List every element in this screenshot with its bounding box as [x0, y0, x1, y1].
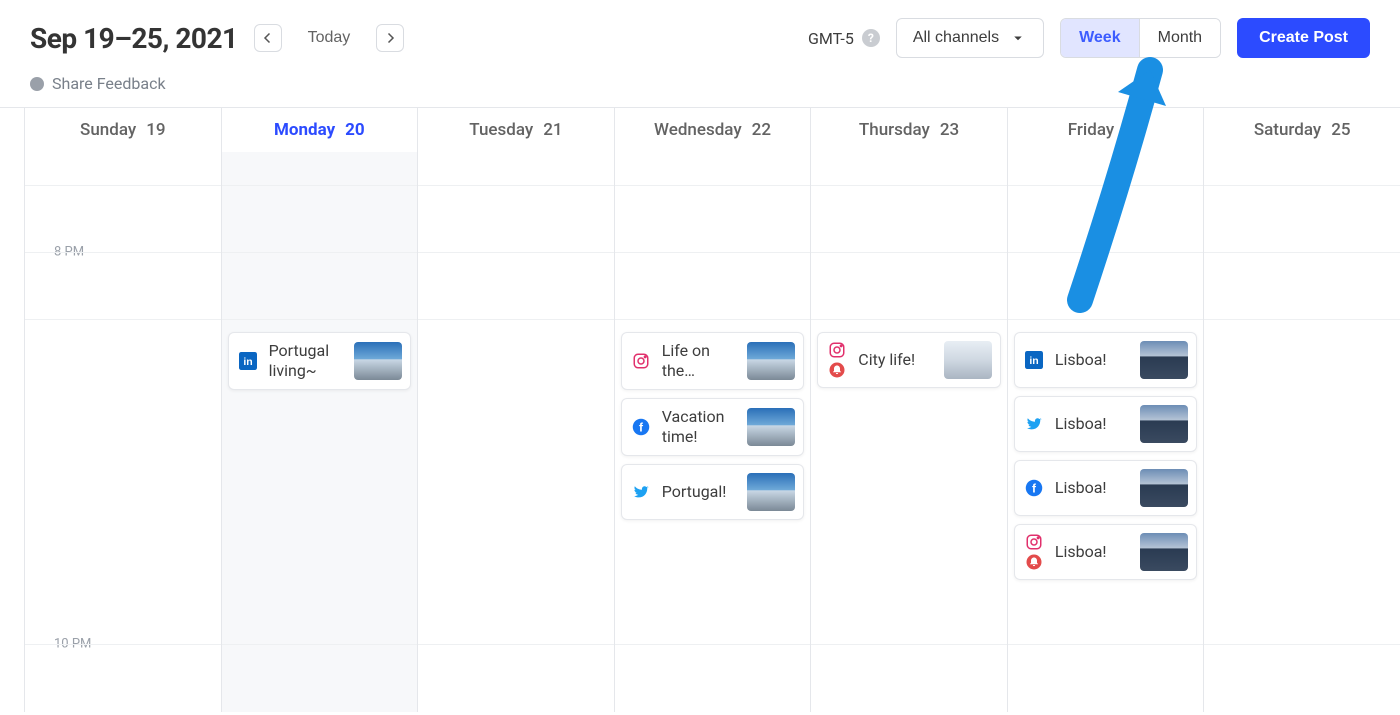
arrow-left-icon [259, 29, 277, 47]
twitter-icon [1025, 415, 1043, 433]
day-column-friday[interactable]: in Lisboa! Lisboa! [1007, 152, 1204, 712]
reminder-bell-icon [828, 361, 846, 379]
facebook-icon: f [632, 418, 650, 436]
twitter-icon [632, 483, 650, 501]
date-range: Sep 19–25, 2021 [30, 22, 238, 55]
post-text: City life! [858, 350, 934, 370]
post-card[interactable]: Lisboa! [1014, 524, 1198, 580]
post-card[interactable]: City life! [817, 332, 1001, 388]
slot: Life on the… f Vacation time! [621, 332, 805, 520]
calendar-body: 8 PM 10 PM in [24, 152, 1400, 712]
slot: City life! [817, 332, 1001, 388]
linkedin-icon: in [1025, 351, 1043, 369]
share-feedback-link[interactable]: Share Feedback [0, 66, 1400, 107]
chat-bubble-icon [30, 77, 44, 91]
today-button[interactable]: Today [298, 24, 361, 52]
post-card[interactable]: Life on the… [621, 332, 805, 390]
post-card[interactable]: Lisboa! [1014, 396, 1198, 452]
post-thumbnail [1140, 341, 1188, 379]
post-thumbnail [747, 408, 795, 446]
day-header-tuesday: Tuesday21 [417, 108, 614, 152]
share-feedback-text: Share Feedback [52, 74, 166, 93]
arrow-right-icon [381, 29, 399, 47]
next-week-button[interactable] [376, 24, 404, 52]
post-card[interactable]: f Lisboa! [1014, 460, 1198, 516]
prev-week-button[interactable] [254, 24, 282, 52]
channels-dropdown[interactable]: All channels [896, 18, 1044, 58]
channels-label: All channels [913, 29, 999, 47]
timezone-label: GMT-5 ? [808, 29, 880, 48]
post-text: Lisboa! [1055, 414, 1131, 434]
slot: in Portugal living~ [228, 332, 412, 390]
day-header-friday: Friday24 [1007, 108, 1204, 152]
day-column-monday[interactable]: in Portugal living~ [221, 152, 418, 712]
day-column-wednesday[interactable]: Life on the… f Vacation time! [614, 152, 811, 712]
help-icon[interactable]: ? [862, 29, 880, 47]
instagram-icon [632, 352, 650, 370]
post-thumbnail [747, 342, 795, 380]
topbar: Sep 19–25, 2021 Today GMT-5 ? All channe… [0, 0, 1400, 66]
post-thumbnail [1140, 405, 1188, 443]
post-text: Lisboa! [1055, 350, 1131, 370]
day-header-saturday: Saturday25 [1203, 108, 1400, 152]
post-thumbnail [944, 341, 992, 379]
facebook-icon: f [1025, 479, 1043, 497]
instagram-icon [828, 341, 846, 359]
post-text: Portugal! [662, 482, 738, 502]
reminder-bell-icon [1025, 553, 1043, 571]
day-header-monday: Monday20 [221, 108, 418, 152]
post-card[interactable]: f Vacation time! [621, 398, 805, 456]
post-text: Life on the… [662, 341, 738, 381]
day-column-thursday[interactable]: City life! [810, 152, 1007, 712]
create-post-button[interactable]: Create Post [1237, 18, 1370, 58]
calendar: Sunday19 Monday20 Tuesday21 Wednesday22 … [0, 107, 1400, 712]
linkedin-icon: in [239, 352, 257, 370]
post-thumbnail [1140, 533, 1188, 571]
day-column-saturday[interactable] [1203, 152, 1400, 712]
svg-text:in: in [243, 356, 252, 368]
day-headers: Sunday19 Monday20 Tuesday21 Wednesday22 … [24, 108, 1400, 152]
post-text: Portugal living~ [269, 341, 345, 381]
instagram-icon [1025, 533, 1043, 551]
day-header-sunday: Sunday19 [24, 108, 221, 152]
post-card[interactable]: Portugal! [621, 464, 805, 520]
post-text: Lisboa! [1055, 478, 1131, 498]
post-text: Lisboa! [1055, 542, 1131, 562]
svg-text:in: in [1029, 355, 1038, 367]
view-month-button[interactable]: Month [1140, 19, 1220, 57]
view-toggle: Week Month [1060, 18, 1221, 58]
post-thumbnail [1140, 469, 1188, 507]
slot: in Lisboa! Lisboa! [1014, 332, 1198, 580]
timezone-text: GMT-5 [808, 29, 854, 48]
view-week-button[interactable]: Week [1061, 19, 1140, 57]
day-column-tuesday[interactable] [417, 152, 614, 712]
day-header-wednesday: Wednesday22 [614, 108, 811, 152]
post-thumbnail [354, 342, 402, 380]
post-text: Vacation time! [662, 407, 738, 447]
day-header-thursday: Thursday23 [810, 108, 1007, 152]
day-column-sunday[interactable] [24, 152, 221, 712]
post-thumbnail [747, 473, 795, 511]
caret-down-icon [1009, 29, 1027, 47]
post-card[interactable]: in Lisboa! [1014, 332, 1198, 388]
post-card[interactable]: in Portugal living~ [228, 332, 412, 390]
